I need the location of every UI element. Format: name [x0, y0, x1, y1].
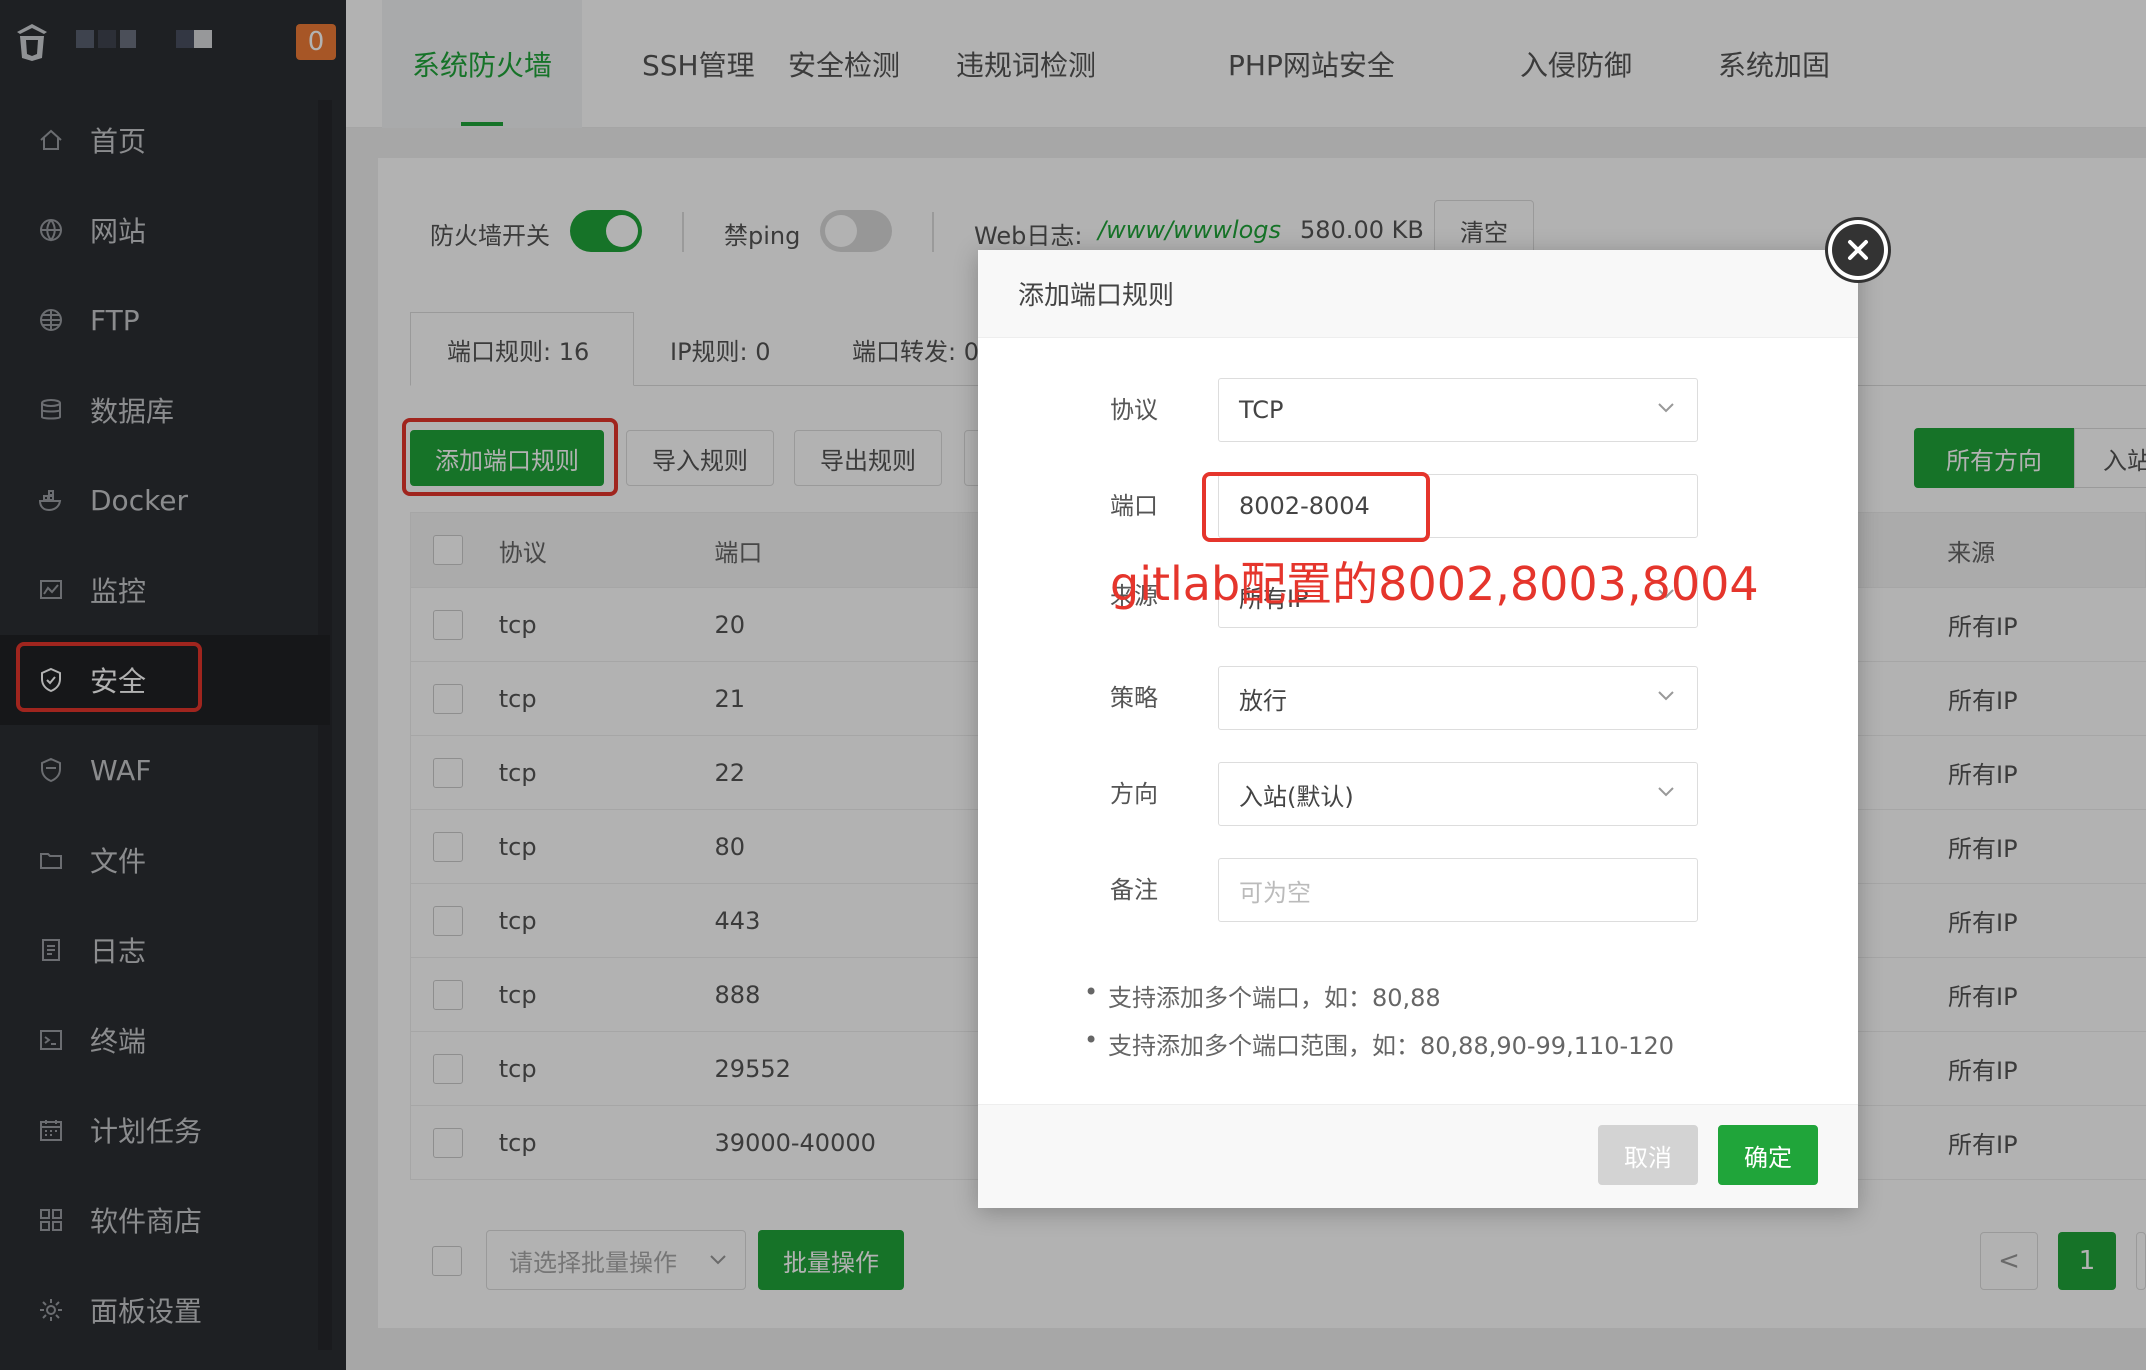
chevron-down-icon: [1658, 691, 1674, 701]
strategy-row: 策略 放行: [978, 666, 1858, 730]
protocol-select[interactable]: TCP: [1218, 378, 1698, 442]
direction-select[interactable]: 入站(默认): [1218, 762, 1698, 826]
strategy-value: 放行: [1239, 686, 1287, 715]
protocol-value: TCP: [1239, 396, 1284, 424]
dialog-title: 添加端口规则: [978, 250, 1858, 338]
hint-multiple-ports: 支持添加多个端口，如：80,88: [1084, 978, 1441, 1013]
direction-label: 方向: [1110, 780, 1158, 808]
remark-input[interactable]: 可为空: [1218, 858, 1698, 922]
protocol-row: 协议 TCP: [978, 378, 1858, 442]
annotation-gitlab-ports: gitlab配置的8002,8003,8004: [1110, 557, 1759, 611]
cancel-button[interactable]: 取消: [1598, 1125, 1698, 1185]
confirm-button[interactable]: 确定: [1718, 1125, 1818, 1185]
chevron-down-icon: [1658, 403, 1674, 413]
direction-value: 入站(默认): [1239, 782, 1354, 811]
highlight-port-input: [1202, 472, 1430, 542]
dialog-footer: 取消 确定: [978, 1104, 1858, 1208]
remark-label: 备注: [1110, 876, 1158, 904]
hint-port-ranges: 支持添加多个端口范围，如：80,88,90-99,110-120: [1084, 1026, 1674, 1061]
strategy-select[interactable]: 放行: [1218, 666, 1698, 730]
protocol-label: 协议: [1110, 396, 1158, 424]
remark-row: 备注 可为空: [978, 858, 1858, 922]
add-port-rule-dialog: 添加端口规则 协议 TCP 端口 8002-8004 来源 所有IP 策略 放行…: [978, 250, 1858, 1208]
close-icon: [1848, 240, 1868, 260]
remark-placeholder: 可为空: [1239, 878, 1311, 907]
strategy-label: 策略: [1110, 684, 1158, 712]
port-label: 端口: [1110, 492, 1158, 520]
close-dialog-button[interactable]: [1828, 220, 1888, 280]
direction-row: 方向 入站(默认): [978, 762, 1858, 826]
chevron-down-icon: [1658, 787, 1674, 797]
